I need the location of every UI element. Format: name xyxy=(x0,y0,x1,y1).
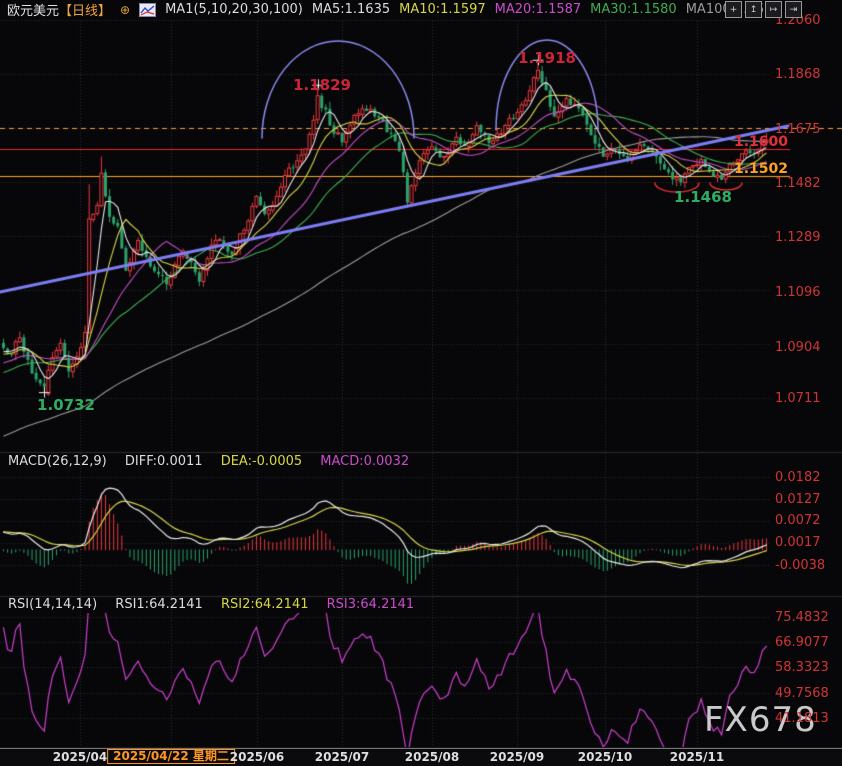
rsi-axis-label: 41.1813 xyxy=(775,711,829,726)
date-tick: 2025/07 xyxy=(315,750,369,764)
y-axis-scale-icon[interactable]: ↥ xyxy=(745,1,762,18)
rsi-axis-label: 49.7568 xyxy=(775,686,829,701)
chart-canvas[interactable] xyxy=(0,0,842,766)
rsi2-value: RSI2:64.2141 xyxy=(221,597,309,612)
rsi1-value: RSI1:64.2141 xyxy=(115,597,203,612)
circle-plus-icon[interactable]: ⊕ xyxy=(120,3,130,17)
support-level-tag: 1.1502 xyxy=(734,161,788,177)
title-bar: 欧元美元 【日线】 ⊕ MA1(5,10,20,30,100) MA5:1.16… xyxy=(0,0,842,19)
rsi3-value: RSI3:64.2141 xyxy=(327,597,415,612)
ma5-value: MA5:1.1635 xyxy=(312,2,390,17)
annotation-peak-2: 1.1918 xyxy=(518,49,576,67)
annotation-low-1: 1.0732 xyxy=(37,396,95,414)
macd-dea-value: DEA:-0.0005 xyxy=(221,454,302,469)
ma30-value: MA30:1.1580 xyxy=(590,2,677,17)
rsi-title: RSI(14,14,14) xyxy=(8,597,97,612)
rsi-axis-label: 66.9077 xyxy=(775,635,829,650)
chart-thumbnail-icon[interactable] xyxy=(139,3,156,17)
chart-app: 欧元美元 【日线】 ⊕ MA1(5,10,20,30,100) MA5:1.16… xyxy=(0,0,842,766)
date-tick: 2025/09 xyxy=(490,750,544,764)
period-label: 【日线】 xyxy=(59,0,111,19)
rsi-label-row: RSI(14,14,14) RSI1:64.2141 RSI2:64.2141 … xyxy=(8,597,414,612)
resistance-level-tag: 1.1600 xyxy=(734,134,788,150)
macd-axis-label: 0.0072 xyxy=(775,513,821,528)
macd-axis-label: 0.0182 xyxy=(775,470,821,485)
macd-diff-value: DIFF:0.0011 xyxy=(125,454,203,469)
macd-label-row: MACD(26,12,9) DIFF:0.0011 DEA:-0.0005 MA… xyxy=(8,454,409,469)
macd-axis-label: -0.0038 xyxy=(775,558,825,573)
shift-latest-icon[interactable]: ⇥ xyxy=(785,1,802,18)
annotation-peak-1: 1.1829 xyxy=(293,76,351,94)
chart-toolbar: + ↥ ↦ ⇥ xyxy=(725,1,802,18)
macd-axis-label: 0.0017 xyxy=(775,535,821,550)
date-tick: 2025/06 xyxy=(230,750,284,764)
price-axis-label: 1.1482 xyxy=(775,176,821,191)
ma-settings-label: MA1(5,10,20,30,100) xyxy=(165,2,303,17)
selected-date-tick: 2025/04/22 星期二 xyxy=(107,749,235,764)
date-tick: 2025/10 xyxy=(578,750,632,764)
annotation-low-2: 1.1468 xyxy=(674,188,732,206)
x-axis-scale-icon[interactable]: ↦ xyxy=(765,1,782,18)
ma10-value: MA10:1.1597 xyxy=(399,2,486,17)
rsi-axis-label: 58.3323 xyxy=(775,660,829,675)
price-axis-label: 1.1096 xyxy=(775,285,821,300)
price-axis-label: 1.1289 xyxy=(775,230,821,245)
ma20-value: MA20:1.1587 xyxy=(495,2,582,17)
macd-macd-value: MACD:0.0032 xyxy=(320,454,409,469)
date-tick: 2025/11 xyxy=(670,750,724,764)
price-axis-label: 1.1868 xyxy=(775,67,821,82)
date-tick: 2025/08 xyxy=(405,750,459,764)
macd-axis-label: 0.0127 xyxy=(775,492,821,507)
price-axis-label: 1.0711 xyxy=(775,391,821,406)
rsi-axis-label: 75.4832 xyxy=(775,610,829,625)
price-axis-label: 1.0904 xyxy=(775,340,821,355)
macd-title: MACD(26,12,9) xyxy=(8,454,107,469)
date-tick: 2025/04 xyxy=(53,750,107,764)
pan-icon[interactable]: + xyxy=(725,1,742,18)
date-axis: 2025/04 2025/04/22 星期二 2025/06 2025/07 2… xyxy=(0,749,842,766)
symbol-title: 欧元美元 xyxy=(7,0,59,19)
